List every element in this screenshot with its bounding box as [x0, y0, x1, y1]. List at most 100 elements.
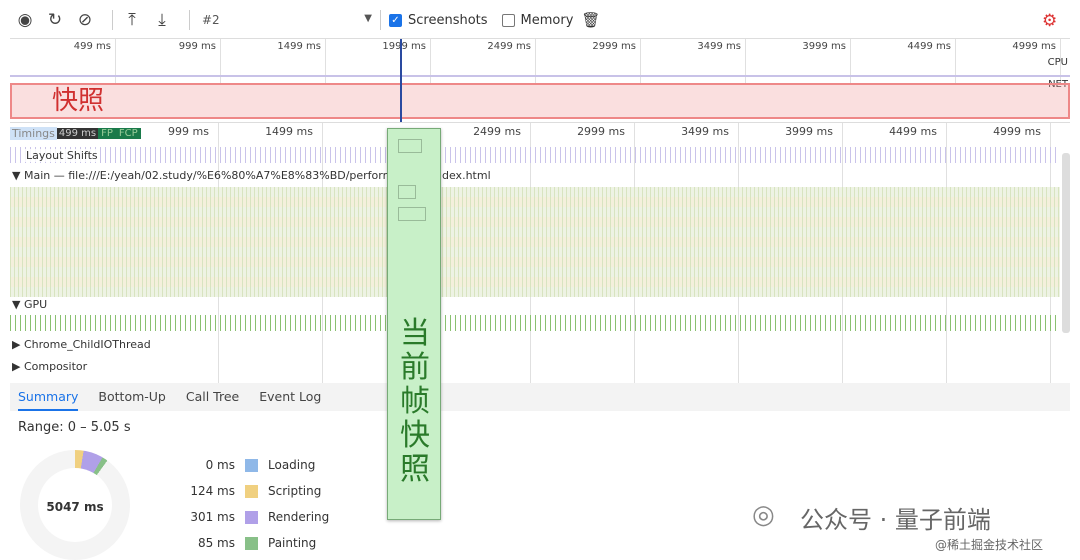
- main-label: Main — file:///E:/yeah/02.study/%E6%80%A…: [23, 169, 420, 182]
- profile-value: #2: [202, 13, 220, 27]
- tab-call-tree[interactable]: Call Tree: [186, 383, 239, 411]
- timings-label: Timings: [10, 126, 57, 140]
- screenshot-thumbnail: [398, 207, 426, 221]
- overview-pane[interactable]: 499 ms 999 ms 1499 ms 1999 ms 2499 ms 2999 ms…: [10, 38, 1070, 123]
- legend-label: Rendering: [268, 510, 330, 524]
- legend-swatch: [245, 458, 258, 472]
- screenshots-checkbox[interactable]: ✓: [389, 13, 402, 27]
- summary-donut: 5047 ms: [20, 450, 130, 560]
- child-io-header[interactable]: ▶ Chrome_ChildIOThread: [12, 338, 151, 351]
- profile-select[interactable]: #2 ▼: [202, 13, 372, 27]
- annotation-char: 帧: [400, 384, 430, 419]
- expand-icon[interactable]: ▼: [12, 169, 24, 182]
- legend-swatch: [245, 484, 258, 498]
- expand-icon[interactable]: ▼: [12, 298, 24, 311]
- child-io-label: Chrome_ChildIOThread: [23, 338, 151, 351]
- clear-icon[interactable]: ⊘: [74, 9, 96, 31]
- download-icon[interactable]: ⤓: [151, 9, 173, 31]
- memory-checkbox[interactable]: [501, 13, 515, 27]
- overview-tick: 4999 ms: [1012, 41, 1056, 52]
- annotation-char: 快: [400, 418, 430, 453]
- timeline-tick: 4999 ms: [993, 125, 1041, 138]
- toolbar: ◉ ↻ ⊘ ⤒ ⤓ #2 ▼ ✓ Screenshots Memory 🗑 ⚙: [0, 0, 1080, 40]
- total-time: 5047 ms: [46, 500, 104, 514]
- annotation-char: 照: [400, 452, 430, 487]
- timeline-tick: 2999 ms: [577, 125, 625, 138]
- timeline-tick: 4499 ms: [889, 125, 937, 138]
- legend-value: 0 ms: [205, 458, 235, 472]
- screenshots-label: Screenshots: [408, 12, 488, 28]
- tab-summary[interactable]: Summary: [18, 383, 79, 411]
- playhead[interactable]: [400, 39, 402, 123]
- current-frame-annotation: 当前帧快照: [387, 128, 441, 520]
- timeline-tick: 1499 ms: [265, 125, 313, 138]
- timeline-tick: 3499 ms: [681, 125, 729, 138]
- divider: [189, 10, 190, 30]
- range-text: Range: 0 – 5.05 s: [18, 420, 131, 435]
- screenshot-thumbnail: [398, 139, 422, 153]
- legend-label: Scripting: [268, 484, 322, 498]
- gpu-track: [10, 315, 1060, 331]
- legend-item: 124 ms Scripting: [175, 478, 329, 504]
- record-icon[interactable]: ◉: [14, 9, 36, 31]
- settings-icon[interactable]: ⚙: [1042, 11, 1057, 31]
- upload-icon[interactable]: ⤒: [121, 9, 143, 31]
- tab-bottom-up[interactable]: Bottom-Up: [98, 383, 165, 411]
- legend-value: 85 ms: [197, 536, 235, 550]
- timeline-tick: 2499 ms: [473, 125, 521, 138]
- scrollbar[interactable]: [1062, 153, 1070, 333]
- legend-swatch: [245, 510, 258, 524]
- bottom-tabs: Summary Bottom-Up Call Tree Event Log: [10, 383, 1070, 411]
- legend-item: 301 ms Rendering: [175, 504, 329, 530]
- main-label-suffix: dex.html: [442, 169, 491, 182]
- memory-label: Memory: [520, 12, 574, 28]
- legend-item: 0 ms Loading: [175, 452, 329, 478]
- compositor-header[interactable]: ▶ Compositor: [12, 360, 87, 373]
- legend-item: 85 ms Painting: [175, 530, 329, 556]
- snapshot-annotation: 快照: [10, 83, 1070, 119]
- main-thread-flame[interactable]: [10, 187, 1060, 297]
- expand-icon[interactable]: ▶: [12, 360, 24, 373]
- overview-tick: 1999 ms: [382, 41, 426, 52]
- snapshot-label: 快照: [52, 86, 105, 116]
- expand-icon[interactable]: ▶: [12, 338, 24, 351]
- divider: [112, 10, 113, 30]
- annotation-char: 前: [400, 350, 430, 385]
- legend-swatch: [245, 536, 258, 550]
- gpu-label: GPU: [23, 298, 48, 311]
- timeline-tick: 3999 ms: [785, 125, 833, 138]
- legend-label: Painting: [268, 536, 317, 550]
- screenshot-thumbnail: [398, 185, 416, 199]
- wechat-watermark: 公众号 · 量子前端: [800, 506, 991, 534]
- legend-value: 301 ms: [190, 510, 235, 524]
- timings-tick: 499 ms: [56, 127, 99, 139]
- overview-tick: 499 ms: [73, 41, 111, 52]
- overview-tick: 1499 ms: [277, 41, 321, 52]
- divider: [380, 10, 381, 30]
- overview-tick: 3999 ms: [802, 41, 846, 52]
- tab-event-log[interactable]: Event Log: [259, 383, 321, 411]
- compositor-label: Compositor: [23, 360, 88, 373]
- overview-tick: 2999 ms: [592, 41, 636, 52]
- annotation-char: 当: [400, 316, 430, 351]
- cpu-chart: [10, 75, 1070, 77]
- overview-tick: 3499 ms: [697, 41, 741, 52]
- chevron-down-icon: ▼: [364, 13, 372, 24]
- overview-tick: 4499 ms: [907, 41, 951, 52]
- flame-chart[interactable]: 999 ms 1499 ms 2499 ms 2999 ms 3499 ms 3999 m…: [10, 122, 1070, 383]
- fcp-marker[interactable]: FCP: [115, 127, 141, 139]
- layout-shifts-track: [10, 147, 1060, 163]
- cpu-label: CPU: [1047, 57, 1068, 68]
- overview-tick: 999 ms: [178, 41, 216, 52]
- legend-value: 124 ms: [190, 484, 235, 498]
- trash-icon[interactable]: 🗑: [581, 11, 600, 29]
- main-track-header[interactable]: ▼ Main — file:///E:/yeah/02.study/%E6%80…: [12, 169, 420, 182]
- gpu-track-header[interactable]: ▼ GPU: [12, 298, 47, 311]
- reload-icon[interactable]: ↻: [44, 9, 66, 31]
- layout-shifts-label: Layout Shifts: [24, 149, 100, 162]
- fp-marker[interactable]: FP: [98, 127, 116, 139]
- current-frame-label: 当前帧快照: [388, 317, 442, 487]
- wechat-icon: ◎: [752, 500, 775, 530]
- overview-tick: 2499 ms: [487, 41, 531, 52]
- legend-label: Loading: [268, 458, 316, 472]
